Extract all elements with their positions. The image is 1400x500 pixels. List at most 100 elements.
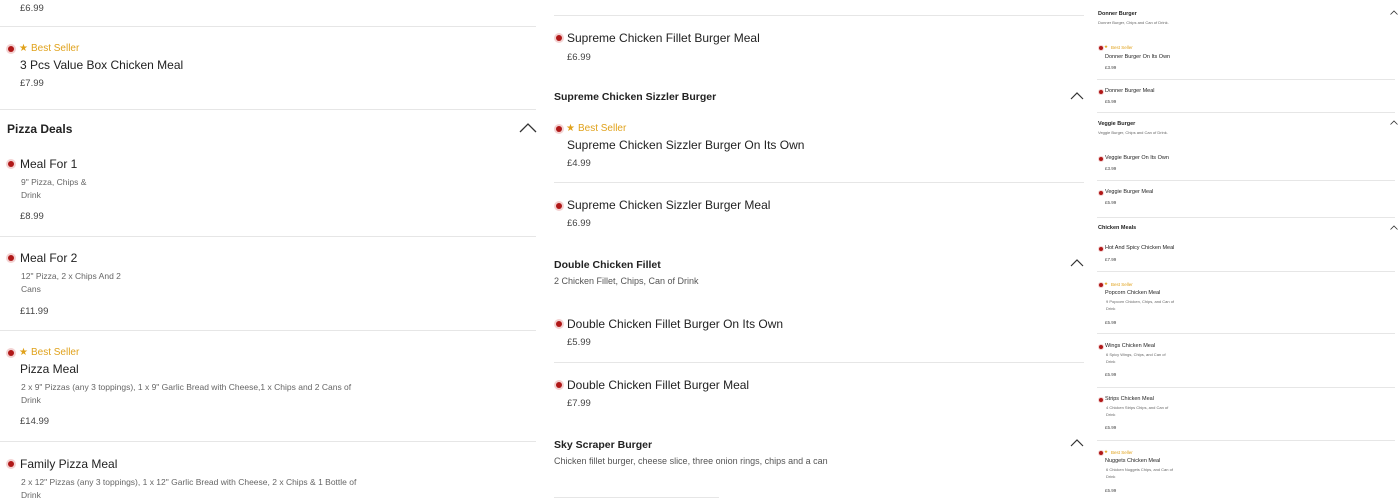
item-price: £14.99	[20, 416, 50, 427]
menu-item-strips[interactable]: Strips Chicken Meal 4 Chicken Strips Chi…	[1093, 391, 1395, 439]
chevron-up-icon	[1390, 120, 1398, 125]
section-title: Sky Scraper Burger	[554, 439, 653, 451]
item-price: £7.99	[567, 398, 591, 409]
item-description: Drink	[1106, 412, 1116, 417]
item-description: Drink	[1106, 306, 1116, 311]
divider	[1097, 271, 1395, 272]
menu-column-left: £6.99 ★ Best Seller 3 Pcs Value Box Chic…	[0, 0, 540, 500]
section-description: Veggie Burger, Chips and Can of Drink.	[1098, 130, 1168, 135]
item-price: £6.99	[567, 218, 591, 229]
item-price: £4.99	[567, 158, 591, 169]
menu-item-popcorn[interactable]: ★ Best Seller Popcorn Chicken Meal 9 Pop…	[1093, 276, 1395, 332]
item-title: Supreme Chicken Sizzler Burger Meal	[567, 198, 771, 212]
item-description: 2 x 12" Pizzas (any 3 toppings), 1 x 12"…	[21, 477, 357, 487]
item-title: Popcorn Chicken Meal	[1105, 290, 1161, 296]
item-price: £3.99	[1105, 65, 1117, 70]
section-header-sky-scraper[interactable]: Sky Scraper Burger Chicken fillet burger…	[548, 430, 1086, 474]
menu-column-right: Donner Burger Donner Burger, Chips and C…	[1093, 0, 1400, 500]
item-description: 4 Chicken Strips Chips, and Can of	[1106, 405, 1169, 410]
item-description: Drink	[21, 490, 41, 500]
section-header-double-fillet[interactable]: Double Chicken Fillet 2 Chicken Fillet, …	[548, 250, 1086, 292]
menu-item-sizzler-own[interactable]: ★ Best Seller Supreme Chicken Sizzler Bu…	[548, 112, 1084, 182]
star-icon: ★	[1104, 281, 1109, 286]
item-title: Family Pizza Meal	[20, 457, 118, 471]
section-title: Double Chicken Fillet	[554, 259, 661, 271]
section-header-veggie[interactable]: Veggie Burger Veggie Burger, Chips and C…	[1093, 116, 1400, 140]
divider	[1097, 387, 1395, 388]
item-price: £5.99	[1105, 372, 1117, 377]
red-dot-icon	[1099, 247, 1103, 251]
best-seller-badge: ★ Best Seller	[19, 43, 80, 54]
section-header-donner[interactable]: Donner Burger Donner Burger, Chips and C…	[1093, 6, 1400, 30]
item-price: £5.99	[1105, 200, 1117, 205]
divider	[1097, 217, 1395, 218]
menu-item-meal-for-1[interactable]: Meal For 1 9" Pizza, Chips & Drink £8.99	[0, 146, 536, 236]
divider	[1097, 440, 1395, 441]
item-description: 12" Pizza, 2 x Chips And 2	[21, 271, 121, 281]
menu-item-double-meal[interactable]: Double Chicken Fillet Burger Meal £7.99	[548, 363, 1084, 423]
item-price: £6.99	[567, 52, 591, 63]
item-title: Veggie Burger Meal	[1105, 189, 1154, 195]
red-dot-icon	[1099, 46, 1103, 50]
best-seller-badge: ★ Best Seller	[1104, 281, 1133, 287]
item-title: Double Chicken Fillet Burger Meal	[567, 378, 750, 392]
section-header-pizza-deals[interactable]: Pizza Deals	[0, 110, 540, 146]
menu-item-supreme-fillet-meal[interactable]: Supreme Chicken Fillet Burger Meal £6.99	[548, 16, 1084, 78]
item-title: 3 Pcs Value Box Chicken Meal	[20, 58, 184, 72]
menu-item-meal-for-2[interactable]: Meal For 2 12" Pizza, 2 x Chips And 2 Ca…	[0, 237, 536, 330]
chevron-up-icon	[1390, 225, 1398, 230]
menu-item-veggie-meal[interactable]: Veggie Burger Meal £5.99	[1093, 181, 1395, 215]
item-description: 6 Chicken Nuggets Chips, and Can of	[1106, 467, 1173, 472]
section-header-chicken-meals[interactable]: Chicken Meals	[1093, 220, 1400, 238]
menu-item-wings[interactable]: Wings Chicken Meal 6 Spicy Wings, Chips,…	[1093, 338, 1395, 386]
red-dot-icon	[556, 382, 562, 388]
item-price: £11.99	[20, 306, 49, 317]
item-title: Supreme Chicken Fillet Burger Meal	[567, 31, 760, 45]
chevron-up-icon	[519, 123, 537, 133]
item-price: £5.99	[1105, 425, 1117, 430]
menu-item-pizza-meal[interactable]: ★ Best Seller Pizza Meal 2 x 9" Pizzas (…	[0, 331, 536, 441]
item-price: £5.99	[1105, 488, 1117, 493]
item-description: Cans	[21, 284, 41, 294]
item-title: Donner Burger Meal	[1105, 88, 1155, 94]
section-header-sizzler[interactable]: Supreme Chicken Sizzler Burger	[548, 82, 1086, 112]
item-title: Wings Chicken Meal	[1105, 343, 1156, 349]
best-seller-badge: ★ Best Seller	[566, 123, 627, 134]
divider	[1097, 333, 1395, 334]
star-icon: ★	[1104, 449, 1109, 454]
chevron-up-icon	[1070, 439, 1084, 447]
item-description: Drink	[1106, 359, 1116, 364]
item-title: Pizza Meal	[20, 362, 79, 376]
menu-item-hot-spicy[interactable]: Hot And Spicy Chicken Meal £7.99	[1093, 240, 1395, 270]
item-description: 9 Popcorn Chicken, Chips, and Can of	[1106, 299, 1175, 304]
section-description: 2 Chicken Fillet, Chips, Can of Drink	[554, 276, 699, 286]
red-dot-icon	[1099, 191, 1103, 195]
red-dot-icon	[1099, 345, 1103, 349]
item-title: Strips Chicken Meal	[1105, 396, 1154, 402]
menu-item-double-own[interactable]: Double Chicken Fillet Burger On Its Own …	[548, 302, 1084, 362]
best-seller-badge: ★ Best Seller	[1104, 449, 1133, 455]
star-icon: ★	[1104, 44, 1109, 49]
menu-item-donner-meal[interactable]: Donner Burger Meal £5.99	[1093, 80, 1395, 110]
section-description: Chicken fillet burger, cheese slice, thr…	[554, 456, 828, 466]
menu-item-nuggets[interactable]: ★ Best Seller Nuggets Chicken Meal 6 Chi…	[1093, 444, 1395, 500]
item-price: £3.99	[1105, 166, 1117, 171]
item-description: 2 x 9" Pizzas (any 3 toppings), 1 x 9" G…	[21, 382, 352, 392]
menu-item-donner-own[interactable]: ★ Best Seller Donner Burger On Its Own £…	[1093, 40, 1395, 78]
star-icon: ★	[566, 123, 575, 134]
section-title: Pizza Deals	[7, 122, 73, 136]
menu-item-family-pizza-meal[interactable]: Family Pizza Meal 2 x 12" Pizzas (any 3 …	[0, 442, 536, 500]
menu-item-value-box[interactable]: ★ Best Seller 3 Pcs Value Box Chicken Me…	[0, 27, 536, 109]
chevron-up-icon	[1390, 10, 1398, 15]
item-description: 6 Spicy Wings, Chips, and Can of	[1106, 352, 1166, 357]
menu-item-sizzler-meal[interactable]: Supreme Chicken Sizzler Burger Meal £6.9…	[548, 183, 1084, 243]
item-title: Supreme Chicken Sizzler Burger On Its Ow…	[567, 138, 805, 152]
red-dot-icon	[556, 321, 562, 327]
item-price: £7.99	[1105, 257, 1117, 262]
red-dot-icon	[8, 46, 14, 52]
red-dot-icon	[556, 203, 562, 209]
item-title: Donner Burger On Its Own	[1105, 54, 1171, 60]
menu-item-veggie-own[interactable]: Veggie Burger On Its Own £3.99	[1093, 148, 1395, 180]
item-description: Drink	[21, 190, 41, 200]
best-seller-badge: ★ Best Seller	[1104, 44, 1133, 50]
